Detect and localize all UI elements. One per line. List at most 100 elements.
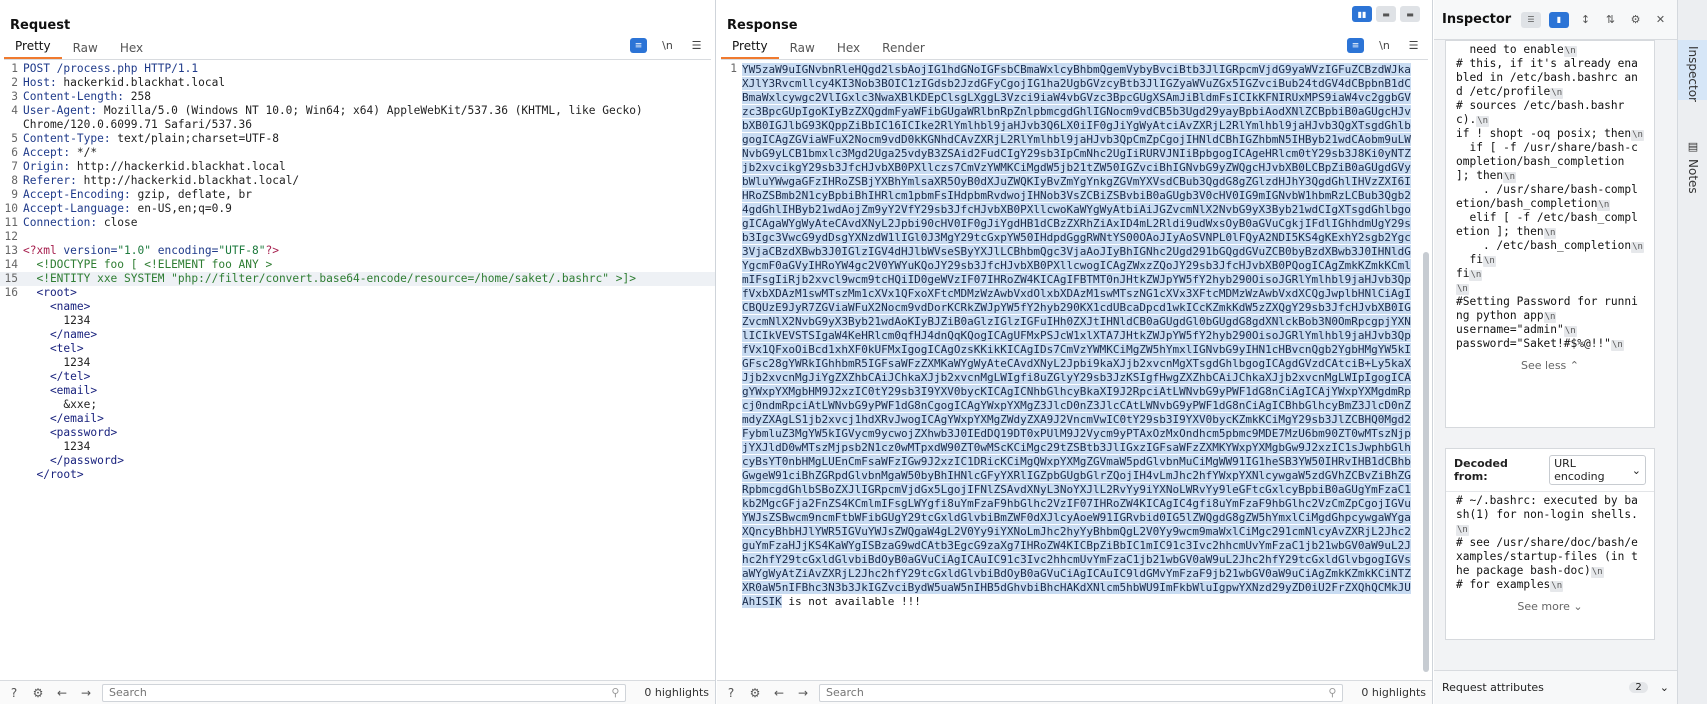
decoded-card: Decoded from: URL encoding ⌄ # ~/.bashrc:… xyxy=(1445,448,1655,640)
notes-icon: ▤ xyxy=(1687,140,1699,153)
close-icon[interactable]: ✕ xyxy=(1652,12,1669,27)
line-text: Accept-Language: en-US,en;q=0.9 xyxy=(23,202,232,215)
back-arrow-icon[interactable]: ← xyxy=(54,685,70,701)
response-search-input[interactable] xyxy=(826,686,1329,699)
inspector-title: Inspector xyxy=(1442,12,1512,27)
request-attributes-row[interactable]: Request attributes 2 ⌄ xyxy=(1434,670,1677,704)
decoded-from-label: Decoded from: xyxy=(1454,457,1508,483)
response-title: Response xyxy=(727,18,798,33)
inspector-layout-split-icon[interactable]: ▮ xyxy=(1549,11,1569,28)
burp-repeater-window: Request Pretty Raw Hex ≡ \n ☰ 1 POST /pro… xyxy=(0,0,1707,704)
line-number: 13 xyxy=(4,244,18,257)
line-number: 16 xyxy=(4,286,18,299)
see-more-button[interactable]: See more ⌄ xyxy=(1446,594,1654,619)
response-tail-text: is not available !!! xyxy=(781,595,921,608)
line-text: User-Agent: Mozilla/5.0 (Windows NT 10.0… xyxy=(23,104,643,117)
expand-icon[interactable]: ↕ xyxy=(1577,12,1594,27)
newline-marker: \n xyxy=(1456,525,1469,536)
request-attributes-count: 2 xyxy=(1629,682,1648,693)
decoding-select-value: URL encoding xyxy=(1554,457,1605,483)
request-tab-pretty[interactable]: Pretty xyxy=(4,39,62,59)
settings-icon[interactable]: ⚙ xyxy=(747,685,763,701)
request-line: 5 Content-Type: text/plain;charset=UTF-8 xyxy=(0,132,715,146)
line-text: Content-Length: 258 xyxy=(23,90,151,103)
line-text: <tel> xyxy=(23,342,84,355)
request-line: </password> xyxy=(0,454,715,468)
decoding-select[interactable]: URL encoding ⌄ xyxy=(1549,455,1646,485)
response-editor[interactable]: 1 YW5zaW9uIGNvbnRleHQgd2lsbAojIG1hdGNoIG… xyxy=(717,62,1432,680)
forward-arrow-icon[interactable]: → xyxy=(795,685,811,701)
line-number: 4 xyxy=(11,104,18,117)
request-search-input[interactable] xyxy=(109,686,612,699)
response-scrollbar[interactable] xyxy=(1422,62,1430,680)
back-arrow-icon[interactable]: ← xyxy=(771,685,787,701)
request-line: 16 <root> xyxy=(0,286,715,300)
request-line: 1234 xyxy=(0,356,715,370)
request-line: &xxe; xyxy=(0,398,715,412)
inspector-tools: ☰ ▮ ↕ ⇅ ⚙ ✕ xyxy=(1521,11,1669,28)
response-scrollbar-thumb[interactable] xyxy=(1423,252,1429,672)
request-attributes-label: Request attributes xyxy=(1442,681,1544,694)
newline-toggle[interactable]: \n xyxy=(1376,38,1393,53)
request-line: 15 <!ENTITY xxe SYSTEM "php://filter/con… xyxy=(0,272,715,286)
wrap-lines-icon[interactable]: ≡ xyxy=(1347,38,1364,53)
response-tab-hex[interactable]: Hex xyxy=(826,41,871,59)
tabs-layout-icon[interactable]: ▬ xyxy=(1400,6,1420,22)
response-search-field: ⚲ xyxy=(819,683,1344,702)
newline-marker: \n xyxy=(1610,340,1624,351)
response-tab-render[interactable]: Render xyxy=(871,41,936,59)
newline-marker: \n xyxy=(1550,581,1564,592)
rail-inspector-tab[interactable]: Inspector xyxy=(1678,40,1707,102)
selected-base64-text[interactable]: YW5zaW9uIGNvbnRleHQgd2lsbAojIG1hdGNoIGFs… xyxy=(742,63,1411,608)
line-text: <email> xyxy=(23,384,98,397)
request-tabs: Pretty Raw Hex xyxy=(4,39,711,60)
request-line: 1 POST /process.php HTTP/1.1 xyxy=(0,62,715,76)
line-text: </email> xyxy=(23,412,104,425)
line-text: <password> xyxy=(23,426,118,439)
settings-icon[interactable]: ⚙ xyxy=(30,685,46,701)
line-text: Origin: http://hackerkid.blackhat.local xyxy=(23,160,286,173)
request-line: 3 Content-Length: 258 xyxy=(0,90,715,104)
line-text: Chrome/120.0.6099.71 Safari/537.36 xyxy=(23,118,253,131)
line-text: Accept: */* xyxy=(23,146,98,159)
line-number: 15 xyxy=(4,272,18,285)
wrap-lines-icon[interactable]: ≡ xyxy=(630,38,647,53)
help-icon[interactable]: ? xyxy=(723,685,739,701)
decoded-text-content[interactable]: # ~/.bashrc: executed by bash(1) for non… xyxy=(1446,492,1654,594)
rail-notes-tab[interactable]: ▤ Notes xyxy=(1678,140,1707,194)
request-line: <password> xyxy=(0,426,715,440)
help-icon[interactable]: ? xyxy=(6,685,22,701)
response-tabs: Pretty Raw Hex Render xyxy=(721,39,1428,60)
request-line: <name> xyxy=(0,300,715,314)
menu-icon[interactable]: ☰ xyxy=(1405,38,1422,53)
menu-icon[interactable]: ☰ xyxy=(688,38,705,53)
request-title: Request xyxy=(10,18,71,33)
top-bottom-layout-icon[interactable]: ▬ xyxy=(1376,6,1396,22)
newline-toggle[interactable]: \n xyxy=(659,38,676,53)
response-tab-pretty[interactable]: Pretty xyxy=(721,39,779,59)
collapse-icon[interactable]: ⇅ xyxy=(1602,12,1619,27)
request-line: 1234 xyxy=(0,314,715,328)
line-text: </password> xyxy=(23,454,125,467)
response-tab-raw[interactable]: Raw xyxy=(779,41,826,59)
line-number: 2 xyxy=(11,76,18,89)
line-text: <?xml version="1.0" encoding="UTF-8"?> xyxy=(23,244,279,257)
line-text: </root> xyxy=(23,468,84,481)
request-tab-raw[interactable]: Raw xyxy=(62,41,109,59)
request-line: Chrome/120.0.6099.71 Safari/537.36 xyxy=(0,118,715,132)
newline-marker: \n xyxy=(1563,46,1577,57)
request-tab-hex[interactable]: Hex xyxy=(109,41,154,59)
gear-icon[interactable]: ⚙ xyxy=(1627,12,1644,27)
inspector-header: Inspector ☰ ▮ ↕ ⇅ ⚙ ✕ xyxy=(1434,0,1677,40)
inspector-layout-list-icon[interactable]: ☰ xyxy=(1521,11,1541,28)
response-highlights-count: 0 highlights xyxy=(1361,686,1426,699)
newline-marker: \n xyxy=(1543,312,1557,323)
line-number: 11 xyxy=(4,216,18,229)
selected-text-content[interactable]: need to enable\n # this, if it's already… xyxy=(1446,41,1654,353)
request-editor[interactable]: 1 POST /process.php HTTP/1.1 2 Host: hacker… xyxy=(0,62,715,680)
forward-arrow-icon[interactable]: → xyxy=(78,685,94,701)
side-by-side-layout-icon[interactable]: ▮▮ xyxy=(1352,6,1372,22)
response-search-bar: ? ⚙ ← → ⚲ 0 highlights xyxy=(717,680,1432,704)
see-less-button[interactable]: See less ⌃ xyxy=(1446,353,1654,378)
line-text: Connection: close xyxy=(23,216,138,229)
